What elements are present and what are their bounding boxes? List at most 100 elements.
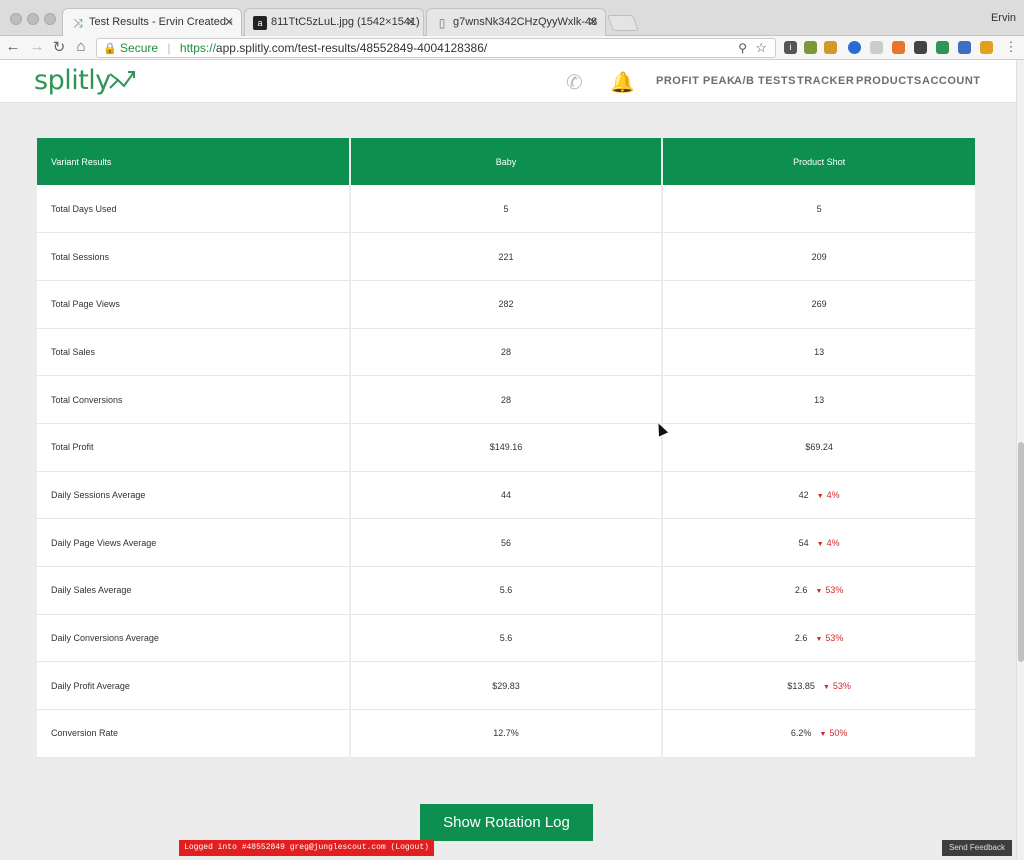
browser-tab-strip: ⤨ Test Results - Ervin Created - ✕ a 811… <box>0 0 1024 36</box>
product-shot-value: 209 <box>811 251 827 262</box>
baby-value: 44 <box>349 471 664 520</box>
close-icon[interactable]: ✕ <box>406 15 416 29</box>
column-header-variant-results: Variant Results <box>37 138 351 185</box>
extension-icon[interactable] <box>958 41 971 54</box>
bookmark-star-icon[interactable]: ☆ <box>755 39 767 57</box>
product-shot-value: 13 <box>814 394 825 405</box>
delta-percent: 50% <box>829 728 848 739</box>
close-icon[interactable]: ✕ <box>588 15 598 29</box>
row-label: Total Sales <box>37 328 351 377</box>
forward-arrow-icon[interactable]: → <box>28 38 46 55</box>
triangle-down-icon: ▼ <box>816 540 824 548</box>
secure-label: Secure <box>120 41 159 55</box>
nav-products[interactable]: PRODUCTS <box>856 75 922 87</box>
show-rotation-log-button[interactable]: Show Rotation Log <box>420 804 593 841</box>
reload-icon[interactable]: ↻ <box>50 38 68 56</box>
row-label: Daily Conversions Average <box>37 614 351 663</box>
table-row: Total Conversions 28 13 <box>37 375 975 424</box>
triangle-down-icon: ▼ <box>815 636 823 644</box>
extension-icon[interactable] <box>892 41 905 54</box>
tab-title: 811TtC5zLuL.jpg (1542×1541) <box>271 16 420 28</box>
table-row: Daily Conversions Average 5.6 2.6 ▼ 53% <box>37 614 975 663</box>
page-scrollbar[interactable] <box>1016 60 1024 860</box>
new-tab-button[interactable] <box>607 15 639 31</box>
zoom-window-button[interactable] <box>44 13 56 25</box>
product-shot-value: 13 <box>814 346 825 357</box>
browser-tab-document[interactable]: ▯ g7wnsNk342CHzQyyWxlk-48 ✕ <box>426 8 606 36</box>
amazon-icon: a <box>253 16 267 30</box>
product-shot-cell: 13 <box>662 328 975 377</box>
product-shot-value: 2.6 <box>794 633 808 644</box>
triangle-down-icon: ▼ <box>816 492 824 500</box>
row-label: Total Profit <box>37 423 351 472</box>
decrease-badge: ▼ 53% <box>815 585 843 595</box>
product-shot-value: $69.24 <box>805 442 833 453</box>
nav-profit-peak[interactable]: PROFIT PEAK <box>656 75 735 87</box>
baby-value: 5 <box>349 185 664 234</box>
send-feedback-button[interactable]: Send Feedback <box>942 840 1012 856</box>
splitly-logo[interactable]: splitly <box>34 65 111 96</box>
product-shot-cell: 42 ▼ 4% <box>662 471 975 520</box>
nav-tracker[interactable]: TRACKER <box>797 75 854 87</box>
triangle-down-icon: ▼ <box>822 683 830 691</box>
divider: | <box>167 41 171 55</box>
table-header-row: Variant Results Baby Product Shot <box>37 138 975 185</box>
baby-value: 56 <box>349 518 664 567</box>
delta-percent: 4% <box>826 537 840 548</box>
browser-tab-test-results[interactable]: ⤨ Test Results - Ervin Created - ✕ <box>62 8 242 36</box>
browser-tab-image[interactable]: a 811TtC5zLuL.jpg (1542×1541) ✕ <box>244 8 424 36</box>
back-arrow-icon[interactable]: ← <box>4 38 22 55</box>
url-text: app.splitly.com/test-results/48552849-40… <box>215 41 488 55</box>
extension-icon[interactable] <box>870 41 883 54</box>
product-shot-cell: $13.85 ▼ 53% <box>662 661 975 711</box>
baby-value: 221 <box>349 232 664 281</box>
extension-icon[interactable] <box>980 41 993 54</box>
baby-value: 5.6 <box>349 614 664 663</box>
splitly-icon: ⤨ <box>73 16 83 30</box>
bell-icon[interactable]: 🔔 <box>610 70 635 95</box>
row-label: Daily Page Views Average <box>37 518 351 567</box>
baby-value: 282 <box>349 280 664 329</box>
variant-results-table: Variant Results Baby Product Shot Total … <box>37 138 975 758</box>
row-label: Daily Sales Average <box>37 566 351 615</box>
baby-value: 28 <box>349 375 664 424</box>
profile-name[interactable]: Ervin <box>991 12 1016 24</box>
product-shot-cell: 6.2% ▼ 50% <box>662 709 975 758</box>
splitly-logo-icon <box>109 71 135 89</box>
extension-icon[interactable] <box>804 41 817 54</box>
product-shot-cell: 5 <box>662 185 975 234</box>
baby-value: 28 <box>349 328 664 377</box>
baby-value: 12.7% <box>349 709 664 758</box>
baby-value: $29.83 <box>349 661 664 711</box>
nav-account[interactable]: ACCOUNT <box>922 75 981 87</box>
extension-icon[interactable] <box>848 41 861 54</box>
delta-percent: 53% <box>825 585 844 596</box>
nav-ab-tests[interactable]: A/B TESTS <box>734 75 796 87</box>
address-bar[interactable]: 🔒 Secure | https://app.splitly.com/test-… <box>96 38 776 58</box>
lock-icon: 🔒 <box>103 43 117 55</box>
extension-icon[interactable] <box>914 41 927 54</box>
product-shot-value: $13.85 <box>787 680 815 691</box>
home-icon[interactable]: ⌂ <box>72 38 90 55</box>
table-row: Total Days Used 5 5 <box>37 185 975 234</box>
scrollbar-thumb[interactable] <box>1018 442 1024 662</box>
menu-icon[interactable]: ⋮ <box>1002 39 1020 55</box>
baby-value: 5.6 <box>349 566 664 615</box>
product-shot-value: 269 <box>811 299 827 310</box>
row-label: Daily Sessions Average <box>37 471 351 520</box>
login-status-bar[interactable]: Logged into #48552849 greg@junglescout.c… <box>179 840 434 856</box>
zoom-icon[interactable]: ⚲ <box>738 39 747 57</box>
site-header: splitly ✆ 🔔 PROFIT PEAK A/B TESTS TRACKE… <box>0 60 1016 103</box>
minimize-window-button[interactable] <box>27 13 39 25</box>
extension-icon[interactable] <box>824 41 837 54</box>
close-icon[interactable]: ✕ <box>224 15 234 29</box>
triangle-down-icon: ▼ <box>819 731 827 739</box>
extension-info-icon[interactable]: i <box>784 41 797 54</box>
product-shot-value: 5 <box>816 203 822 214</box>
delta-percent: 4% <box>826 489 840 500</box>
splitly-extension-icon[interactable] <box>936 41 949 54</box>
phone-icon[interactable]: ✆ <box>566 70 583 95</box>
close-window-button[interactable] <box>10 13 22 25</box>
table-row: Daily Profit Average $29.83 $13.85 ▼ 53% <box>37 661 975 711</box>
table-row: Daily Sales Average 5.6 2.6 ▼ 53% <box>37 566 975 615</box>
